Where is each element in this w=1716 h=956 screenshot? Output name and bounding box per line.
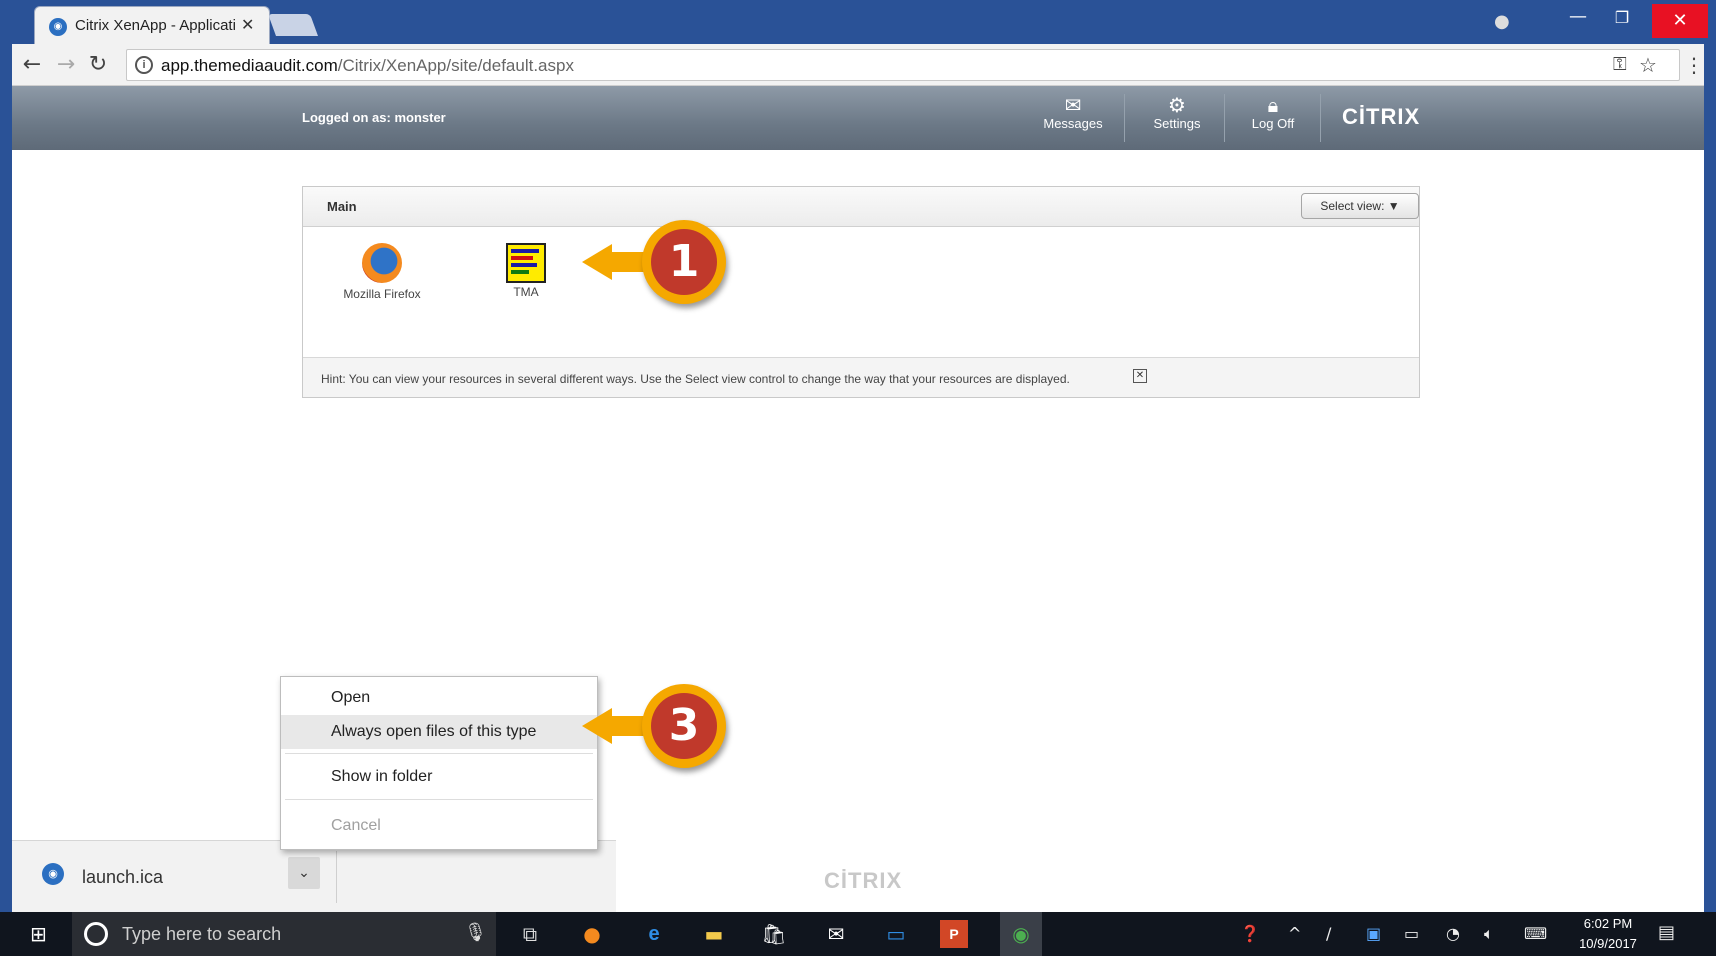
app-label: Mozilla Firefox — [343, 287, 421, 301]
keyboard-icon[interactable]: ⌨ — [1524, 924, 1547, 943]
gear-icon: ⚙ — [1168, 93, 1186, 117]
key-icon[interactable]: ⚿ — [1613, 54, 1627, 75]
file-explorer-icon[interactable]: ▬ — [696, 918, 732, 950]
log-off-label: Log Off — [1251, 116, 1295, 131]
chevron-down-icon[interactable]: ⌄ — [288, 857, 320, 889]
chat-icon[interactable]: ▣ — [1366, 924, 1381, 943]
microphone-icon[interactable]: 🎙︎ — [464, 922, 487, 943]
browser-tabstrip: ◉ Citrix XenApp - Applicati ✕ ● — ❐ ✕ — [0, 0, 1716, 48]
callout-1: 1 — [582, 214, 732, 310]
citrix-footer-logo: CİTRIX — [824, 868, 903, 893]
help-icon[interactable]: ❓ — [1240, 924, 1260, 943]
hint-close-icon[interactable]: ✕ — [1133, 369, 1147, 383]
task-view-icon[interactable]: ⧉ — [512, 918, 548, 950]
taskbar-clock[interactable]: 6:02 PM 10/9/2017 — [1572, 914, 1644, 954]
callout-badge: 1 — [642, 220, 726, 304]
clock-date: 10/9/2017 — [1579, 936, 1637, 951]
mail-icon[interactable]: ✉ — [818, 918, 854, 950]
hint-text: Hint: You can view your resources in sev… — [321, 372, 1070, 386]
battery-icon[interactable]: ▭ — [1404, 924, 1419, 943]
log-off-button[interactable]: 🔒︎ Log Off — [1230, 94, 1316, 144]
citrix-header: Logged on as: monster ✉ Messages ⚙ Setti… — [12, 86, 1704, 150]
action-center-icon[interactable]: ▤ — [1658, 922, 1675, 943]
profile-icon[interactable]: ● — [1494, 11, 1514, 32]
firefox-taskbar-icon[interactable]: ● — [574, 918, 610, 950]
page-content: Logged on as: monster ✉ Messages ⚙ Setti… — [12, 86, 1704, 912]
callout-badge: 3 — [642, 684, 726, 768]
pen-icon[interactable]: / — [1326, 924, 1331, 943]
menu-separator — [285, 753, 593, 754]
download-shelf: ◉ launch.ica ⌄ — [12, 840, 616, 912]
tab-title: Citrix XenApp - Applicati — [75, 17, 235, 34]
settings-button[interactable]: ⚙ Settings — [1134, 94, 1220, 144]
store-icon[interactable]: 🛍︎ — [756, 918, 792, 950]
panel-header: Main Select view: ▼ — [303, 187, 1419, 227]
tab-close-icon[interactable]: ✕ — [241, 15, 254, 34]
minimize-icon[interactable]: — — [1556, 6, 1600, 36]
wifi-icon[interactable]: ◔ — [1446, 924, 1460, 943]
taskbar-search-box[interactable]: Type here to search 🎙︎ — [72, 912, 496, 956]
header-divider — [1320, 94, 1321, 142]
reload-icon[interactable]: ↻ — [84, 51, 112, 79]
cortana-icon — [84, 922, 108, 946]
hint-bar: Hint: You can view your resources in sev… — [303, 357, 1419, 397]
menu-separator — [285, 799, 593, 800]
settings-label: Settings — [1153, 116, 1201, 131]
menu-item-cancel: Cancel — [331, 817, 381, 834]
bookmark-star-icon[interactable]: ☆ — [1639, 53, 1657, 77]
volume-icon[interactable]: 🔈︎ — [1484, 924, 1494, 944]
menu-item-always-open[interactable]: Always open files of this type — [281, 715, 597, 749]
shelf-divider — [336, 851, 337, 903]
remote-desktop-icon[interactable]: ▭ — [878, 918, 914, 950]
powerpoint-icon[interactable]: P — [940, 920, 968, 948]
url-host: app.themediaaudit.com — [161, 56, 338, 75]
envelope-icon: ✉ — [1064, 93, 1082, 117]
browser-menu-icon[interactable]: ⋮ — [1684, 53, 1704, 77]
header-divider — [1124, 94, 1125, 142]
app-label: TMA — [513, 285, 539, 299]
windows-start-icon[interactable]: ⊞ — [30, 922, 54, 946]
chevron-up-icon[interactable]: ^ — [1288, 924, 1301, 943]
windows-taskbar: ⊞ Type here to search 🎙︎ ⧉ ● e ▬ 🛍︎ ✉ ▭ … — [0, 912, 1716, 956]
download-file-name[interactable]: launch.ica — [82, 867, 163, 888]
window-close-button[interactable]: ✕ — [1652, 4, 1708, 38]
applications-panel: Main Select view: ▼ Mozilla Firefox TMA … — [302, 186, 1420, 398]
forward-icon[interactable]: → — [52, 51, 80, 79]
new-tab-button[interactable] — [267, 14, 319, 36]
callout-3: 3 — [582, 678, 732, 774]
select-view-dropdown[interactable]: Select view: ▼ — [1301, 193, 1419, 219]
tma-icon — [506, 243, 546, 283]
url-path: /Citrix/XenApp/site/default.aspx — [337, 56, 574, 75]
ica-file-icon: ◉ — [42, 863, 64, 885]
download-context-menu: Open Always open files of this type Show… — [280, 676, 598, 850]
citrix-favicon-icon: ◉ — [49, 18, 67, 36]
callout-number: 1 — [651, 229, 717, 295]
app-firefox[interactable]: Mozilla Firefox — [327, 243, 437, 301]
clock-time: 6:02 PM — [1583, 916, 1633, 931]
browser-tab[interactable]: ◉ Citrix XenApp - Applicati ✕ — [34, 6, 270, 44]
menu-item-show-in-folder[interactable]: Show in folder — [281, 760, 597, 794]
logged-on-label: Logged on as: monster — [302, 110, 446, 125]
address-bar[interactable]: i app.themediaaudit.com/Citrix/XenApp/si… — [126, 49, 1680, 81]
firefox-icon — [362, 243, 402, 283]
citrix-logo: CİTRIX — [1342, 104, 1421, 129]
callout-number: 3 — [651, 693, 717, 759]
browser-toolbar: ← → ↻ i app.themediaaudit.com/Citrix/Xen… — [12, 44, 1704, 86]
url-text[interactable]: app.themediaaudit.com/Citrix/XenApp/site… — [161, 56, 574, 76]
messages-button[interactable]: ✉ Messages — [1030, 94, 1116, 144]
restore-icon[interactable]: ❐ — [1600, 8, 1644, 38]
menu-item-open[interactable]: Open — [281, 681, 597, 715]
chrome-icon[interactable]: ◉ — [1000, 912, 1042, 956]
app-tma[interactable]: TMA — [471, 243, 581, 299]
info-icon[interactable]: i — [135, 56, 153, 74]
edge-icon[interactable]: e — [636, 918, 672, 950]
back-icon[interactable]: ← — [18, 51, 46, 79]
messages-label: Messages — [1043, 116, 1103, 131]
search-placeholder: Type here to search — [122, 924, 282, 944]
lock-icon: 🔒︎ — [1267, 93, 1279, 117]
header-divider — [1224, 94, 1225, 142]
panel-title: Main — [327, 199, 357, 214]
